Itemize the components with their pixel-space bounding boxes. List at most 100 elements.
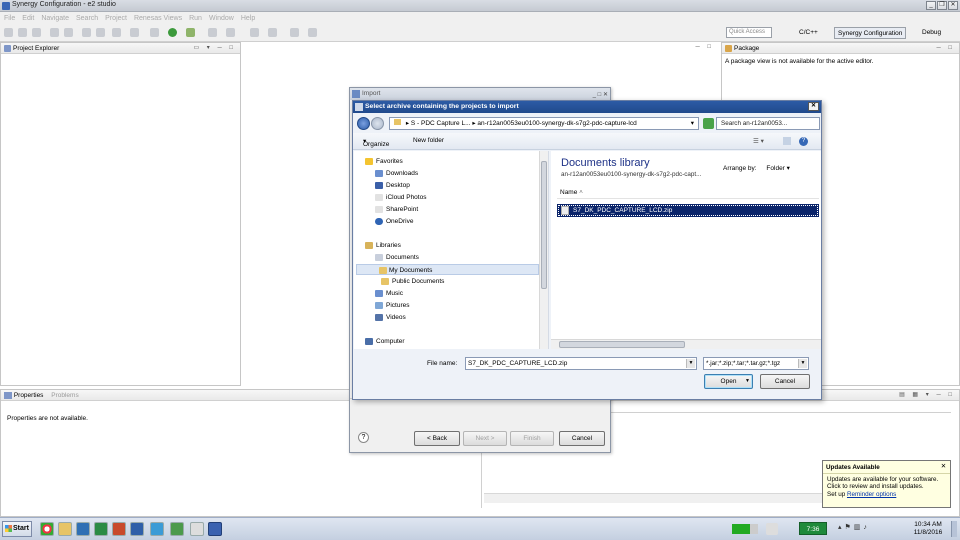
battery-timer-badge[interactable]: 7:36 (799, 522, 827, 535)
file-dialog-cancel-button[interactable]: Cancel (760, 374, 810, 389)
menu-renesas-views[interactable]: Renesas Views (134, 15, 182, 22)
e2studio-taskbar-icon[interactable] (208, 522, 222, 536)
minimize-button[interactable]: _ (926, 1, 936, 10)
breadcrumb-item[interactable]: an-r12an0053eu0100-synergy-dk-s7g2-pdc-c… (477, 120, 636, 127)
package-minmax-icon[interactable]: ─ □ (936, 43, 955, 54)
new-folder-button[interactable]: New folder (413, 137, 444, 144)
file-list-horizontal-scrollbar[interactable] (551, 339, 821, 349)
import-cancel-button[interactable]: Cancel (559, 431, 605, 446)
settings-icon[interactable] (112, 28, 121, 37)
reminder-options-link[interactable]: Reminder options (847, 491, 896, 498)
nav-favorites[interactable]: Favorites (358, 156, 403, 167)
powerpoint-icon[interactable] (112, 522, 126, 536)
build-icon[interactable] (82, 28, 91, 37)
search-input[interactable]: Search an-r12an0053... (716, 117, 820, 130)
column-header-name[interactable]: Name ˄ (557, 187, 819, 199)
project-explorer-tab[interactable]: Project Explorer ▭ ▾ ─ □ (1, 43, 240, 54)
chrome-icon[interactable] (40, 522, 54, 536)
nav-sharepoint[interactable]: SharePoint (368, 204, 418, 215)
nav-videos[interactable]: Videos (368, 312, 406, 323)
nav-vertical-scrollbar[interactable] (539, 151, 548, 349)
outlook-icon[interactable] (76, 522, 90, 536)
menu-file[interactable]: File (4, 15, 15, 22)
back-arrow-icon[interactable] (357, 117, 370, 130)
organize-button[interactable]: Organize ▾ (363, 137, 389, 148)
view-menu-icon[interactable]: ▭ ▾ ─ □ (193, 43, 236, 54)
back-button[interactable]: < Back (414, 431, 460, 446)
file-dialog-close-button[interactable]: ✕ (808, 102, 819, 111)
show-desktop-button[interactable] (951, 521, 957, 537)
scroll-thumb[interactable] (559, 341, 685, 348)
nav-music[interactable]: Music (368, 288, 403, 299)
tray-app-icon[interactable] (766, 523, 778, 535)
preview-pane-icon[interactable] (783, 137, 791, 145)
breadcrumb-item[interactable]: S - PDC Capture L... (411, 120, 471, 127)
prev-annotation-icon[interactable] (268, 28, 277, 37)
arrange-by-dropdown[interactable]: Folder ▾ (766, 165, 790, 172)
file-name-dropdown-icon[interactable]: ▼ (686, 359, 695, 368)
help-icon[interactable]: ? (799, 137, 808, 146)
nav-public-documents[interactable]: Public Documents (374, 276, 444, 287)
perspective-cpp[interactable]: C/C++ (796, 27, 821, 39)
nav-computer[interactable]: Computer (358, 336, 405, 347)
word-icon[interactable] (130, 522, 144, 536)
excel-icon[interactable] (94, 522, 108, 536)
menu-help[interactable]: Help (241, 15, 255, 22)
search-tool-icon[interactable] (226, 28, 235, 37)
nav-desktop[interactable]: Desktop (368, 180, 410, 191)
save-icon[interactable] (18, 28, 27, 37)
menu-window[interactable]: Window (209, 15, 234, 22)
refresh-icon[interactable] (703, 118, 714, 129)
editor-minmax-icon[interactable]: ─ □ (695, 44, 714, 50)
build-config-icon[interactable] (96, 28, 105, 37)
nav-documents[interactable]: Documents (368, 252, 419, 263)
debug-icon[interactable] (186, 28, 195, 37)
nav-icloud-photos[interactable]: iCloud Photos (368, 192, 426, 203)
back-icon[interactable] (290, 28, 299, 37)
skype-icon[interactable] (150, 522, 164, 536)
next-button[interactable]: Next > (463, 431, 507, 446)
open-dropdown-icon[interactable]: ▼ (745, 375, 750, 388)
file-type-filter[interactable]: *.jar;*.zip;*.tar;*.tar.gz;*.tgz ▼ (703, 357, 809, 370)
nav-onedrive[interactable]: OneDrive (368, 216, 413, 227)
nav-my-documents[interactable]: My Documents (356, 264, 539, 275)
external-tools-icon[interactable] (208, 28, 217, 37)
open-type-icon[interactable] (150, 28, 159, 37)
perspective-synergy-configuration[interactable]: Synergy Configuration (834, 27, 907, 39)
file-row[interactable]: S7_DK_PDC_CAPTURE_LCD.zip (557, 204, 819, 217)
properties-toolbar-icons[interactable]: ▤ ▦ ▾ ─ □ (899, 390, 955, 401)
terminal-icon[interactable] (190, 522, 204, 536)
nav-libraries[interactable]: Libraries (358, 240, 401, 251)
package-tab[interactable]: Package ─ □ (722, 43, 959, 54)
finish-button[interactable]: Finish (510, 431, 554, 446)
menu-navigate[interactable]: Navigate (41, 15, 69, 22)
filter-dropdown-icon[interactable]: ▼ (798, 359, 807, 368)
app-icon[interactable] (170, 522, 184, 536)
new-icon[interactable] (4, 28, 13, 37)
nav-downloads[interactable]: Downloads (368, 168, 418, 179)
open-button[interactable]: Open ▼ (704, 374, 753, 389)
menu-project[interactable]: Project (105, 15, 127, 22)
restore-button[interactable]: ❐ (937, 1, 947, 10)
forward-icon[interactable] (308, 28, 317, 37)
edit-icon[interactable] (130, 28, 139, 37)
help-icon[interactable]: ? (358, 432, 369, 443)
file-name-input[interactable]: S7_DK_PDC_CAPTURE_LCD.zip ▼ (465, 357, 697, 370)
run-icon[interactable] (168, 28, 177, 37)
perspective-debug[interactable]: Debug (919, 27, 944, 39)
scroll-thumb[interactable] (541, 161, 547, 289)
forward-arrow-icon[interactable] (371, 117, 384, 130)
system-tray-icons[interactable]: ▴⚑▥♪ (838, 523, 898, 535)
close-button[interactable]: ✕ (948, 1, 958, 10)
next-annotation-icon[interactable] (250, 28, 259, 37)
menu-edit[interactable]: Edit (22, 15, 34, 22)
views-icon[interactable]: ☰ ▾ (753, 137, 764, 145)
close-icon[interactable]: ✕ (941, 463, 946, 470)
tab-problems[interactable]: Problems (51, 392, 78, 399)
quick-access-input[interactable]: Quick Access (726, 27, 772, 38)
menu-run[interactable]: Run (189, 15, 202, 22)
start-button[interactable]: Start (2, 521, 32, 537)
nav-pictures[interactable]: Pictures (368, 300, 409, 311)
print-icon[interactable] (32, 28, 41, 37)
explorer-icon[interactable] (58, 522, 72, 536)
